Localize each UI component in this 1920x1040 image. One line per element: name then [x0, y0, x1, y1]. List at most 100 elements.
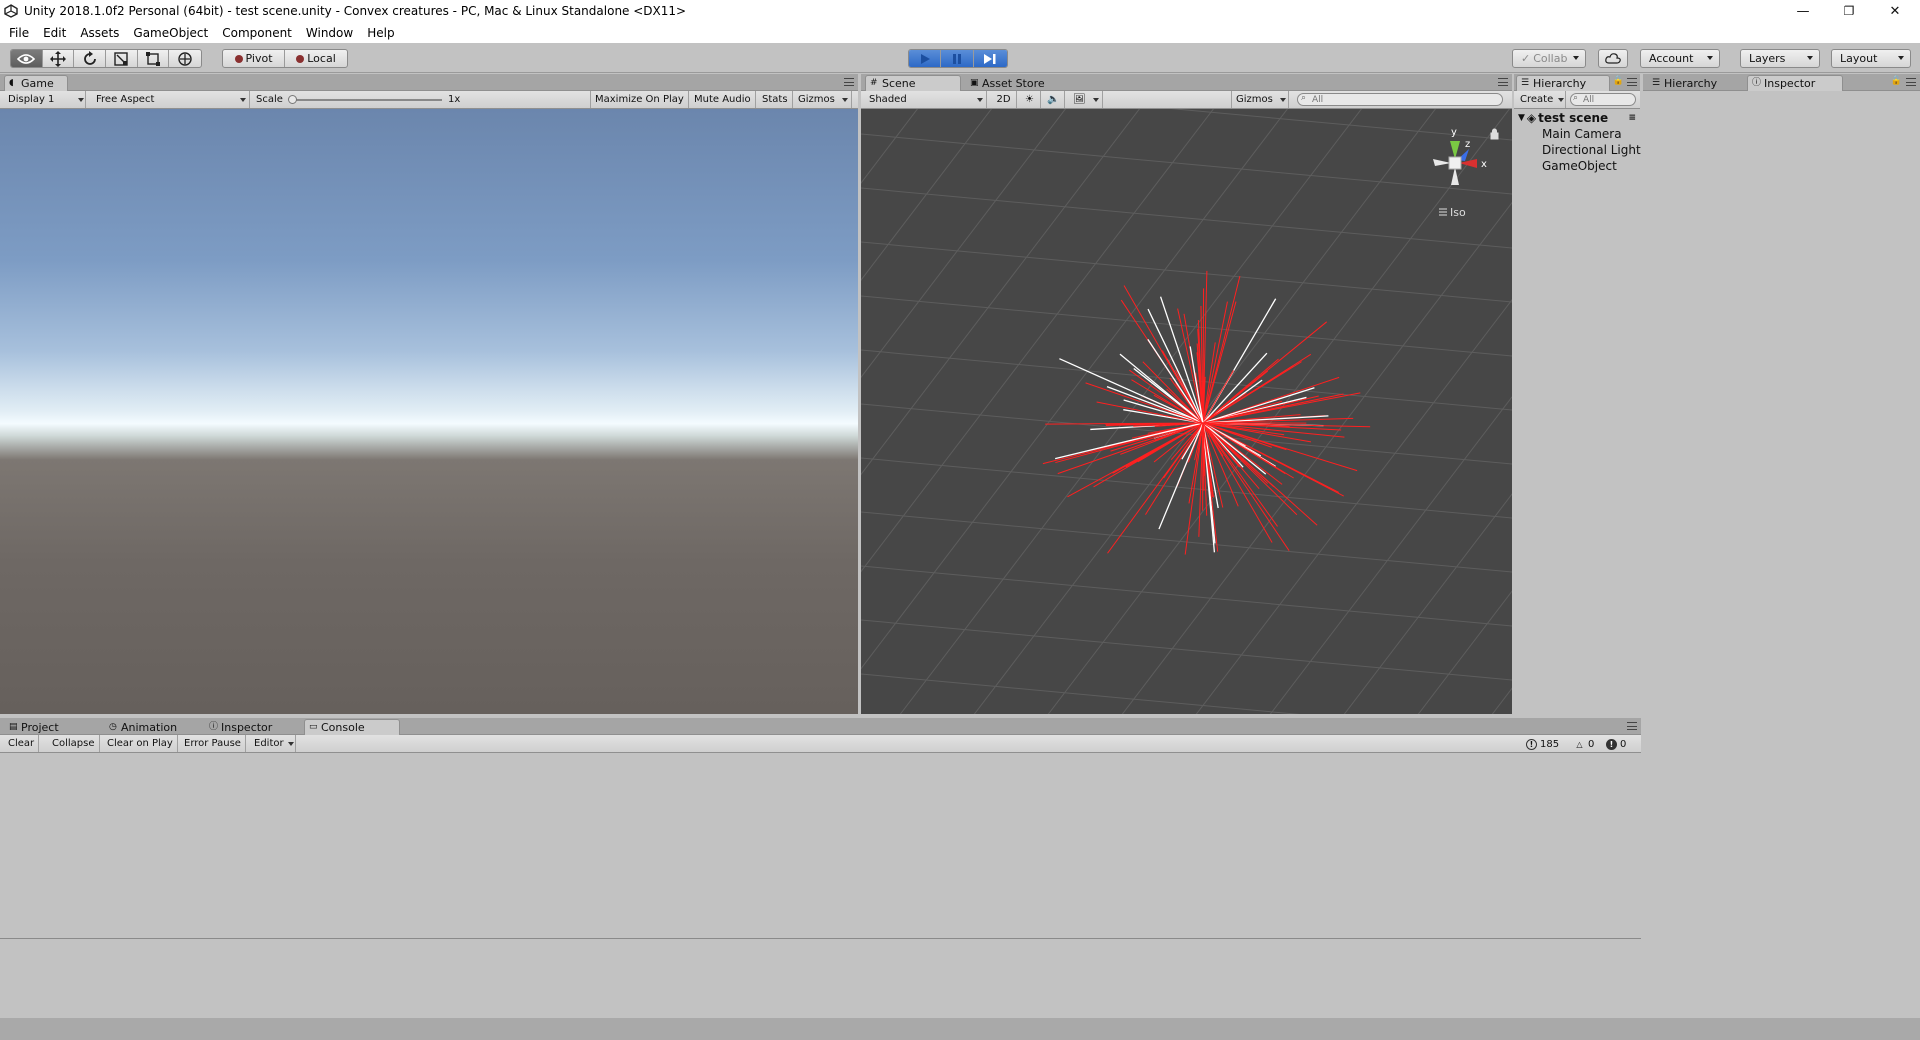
mute-audio-toggle[interactable]: Mute Audio	[690, 91, 756, 108]
eye-icon	[17, 53, 36, 64]
chevron-down-icon	[842, 98, 848, 102]
panel-menu-icon[interactable]	[1627, 722, 1637, 730]
unity-scene-icon: ◈	[1526, 111, 1537, 125]
close-button[interactable]: ✕	[1872, 0, 1918, 22]
tab-console[interactable]: ▭ Console	[304, 719, 400, 735]
clear-button[interactable]: Clear	[4, 735, 40, 752]
cloud-icon	[1605, 53, 1621, 64]
tab-asset-store[interactable]: ▣ Asset Store	[965, 75, 1061, 91]
lock-icon[interactable]: 🔒	[1613, 76, 1624, 86]
lock-icon[interactable]: 🔒	[1891, 76, 1902, 86]
local-icon	[296, 54, 305, 63]
pivot-button[interactable]: Pivot	[223, 50, 286, 67]
shading-dropdown[interactable]: Shaded	[865, 91, 987, 108]
tab-project[interactable]: ▤ Project	[4, 719, 100, 735]
cloud-button[interactable]	[1598, 49, 1628, 68]
tab-right-hierarchy[interactable]: ☰ Hierarchy	[1647, 75, 1743, 91]
display-dropdown[interactable]: Display 1	[4, 91, 86, 108]
projection-toggle[interactable]: Iso	[1439, 206, 1466, 219]
panel-menu-icon[interactable]	[1498, 78, 1508, 86]
gizmo-y-axis[interactable]	[1450, 141, 1460, 159]
tab-animation-label: Animation	[121, 721, 178, 734]
editor-dropdown[interactable]: Editor	[250, 735, 296, 752]
effects-dropdown[interactable]: 🖼	[1069, 91, 1103, 108]
gizmo-neg-x[interactable]	[1433, 159, 1451, 166]
local-button[interactable]: Local	[285, 50, 347, 67]
warning-count-toggle[interactable]: △ 0	[1574, 737, 1594, 751]
maximize-on-play-toggle[interactable]: Maximize On Play	[590, 91, 689, 108]
hierarchy-item-directional-light[interactable]: Directional Light	[1514, 142, 1641, 158]
tab-console-label: Console	[321, 721, 365, 734]
speaker-icon: 🔈	[1047, 94, 1060, 105]
play-button[interactable]	[909, 50, 942, 67]
error-pause-button[interactable]: Error Pause	[180, 735, 246, 752]
menu-help[interactable]: Help	[360, 26, 401, 40]
account-dropdown[interactable]: Account	[1640, 49, 1720, 68]
console-icon: ▭	[309, 722, 318, 732]
collab-label: Collab	[1533, 52, 1568, 65]
mode-2d-toggle[interactable]: 2D	[991, 91, 1017, 108]
gizmo-center-cube[interactable]	[1448, 156, 1462, 170]
view-tool-button[interactable]	[11, 50, 43, 67]
layers-dropdown[interactable]: Layers	[1740, 49, 1820, 68]
tab-bottom-inspector[interactable]: ⓘ Inspector	[204, 719, 300, 735]
tab-hierarchy[interactable]: ☰ Hierarchy	[1516, 75, 1610, 91]
step-button[interactable]	[973, 50, 1007, 67]
layout-dropdown[interactable]: Layout	[1831, 49, 1911, 68]
scene-canvas[interactable]: y z x Iso	[861, 109, 1512, 714]
chevron-down-icon	[78, 98, 84, 102]
maximize-button[interactable]: ❐	[1826, 0, 1872, 22]
lighting-toggle[interactable]: ☀	[1019, 91, 1041, 108]
clear-on-play-button[interactable]: Clear on Play	[103, 735, 178, 752]
lock-icon[interactable]	[1490, 128, 1499, 140]
tab-animation[interactable]: ◷ Animation	[104, 719, 200, 735]
menu-component[interactable]: Component	[215, 26, 299, 40]
rotate-tool-button[interactable]	[74, 50, 107, 67]
menu-window[interactable]: Window	[299, 26, 360, 40]
panel-menu-icon[interactable]	[1906, 78, 1916, 86]
game-gizmos-dropdown[interactable]: Gizmos	[794, 91, 852, 108]
error-count-toggle[interactable]: ! 0	[1606, 737, 1626, 751]
transform-tools	[10, 49, 202, 68]
transform-all-icon	[178, 51, 192, 66]
menu-gameobject[interactable]: GameObject	[126, 26, 215, 40]
minimize-button[interactable]: —	[1780, 0, 1826, 22]
panel-menu-icon[interactable]	[844, 78, 854, 86]
collapse-button[interactable]: Collapse	[48, 735, 100, 752]
scale-slider-thumb[interactable]	[288, 95, 297, 104]
scene-gizmos-dropdown[interactable]: Gizmos	[1231, 91, 1289, 108]
scale-tool-button[interactable]	[106, 50, 138, 67]
scene-root-label: test scene	[1538, 111, 1609, 125]
tab-inspector[interactable]: ⓘ Inspector	[1747, 75, 1843, 91]
scene-viewport[interactable]: y z x Iso	[861, 109, 1512, 714]
chevron-down-icon	[240, 98, 246, 102]
game-viewport[interactable]	[0, 109, 858, 714]
menu-assets[interactable]: Assets	[73, 26, 126, 40]
hierarchy-search-input[interactable]	[1570, 93, 1636, 106]
move-tool-button[interactable]	[43, 50, 75, 67]
scene-menu-icon[interactable]: ≡	[1628, 113, 1636, 123]
audio-toggle[interactable]: 🔈	[1043, 91, 1065, 108]
scale-slider[interactable]	[288, 95, 442, 104]
grid-line	[861, 619, 1512, 681]
rect-tool-button[interactable]	[138, 50, 170, 67]
collab-dropdown[interactable]: ✓ Collab	[1512, 49, 1586, 68]
aspect-dropdown[interactable]: Free Aspect	[92, 91, 250, 108]
panel-menu-icon[interactable]	[1627, 78, 1637, 86]
console-log-list[interactable]	[0, 753, 1641, 939]
create-dropdown[interactable]: Create	[1516, 91, 1566, 108]
pause-button[interactable]	[941, 50, 974, 67]
tab-game[interactable]: ◖ Game	[4, 75, 68, 91]
scene-root-row[interactable]: ▼ ◈ test scene ≡	[1514, 110, 1640, 126]
hierarchy-item-gameobject[interactable]: GameObject	[1514, 158, 1640, 174]
scene-search-input[interactable]	[1297, 93, 1503, 106]
menu-edit[interactable]: Edit	[36, 26, 73, 40]
menu-file[interactable]: File	[2, 26, 36, 40]
stats-toggle[interactable]: Stats	[758, 91, 793, 108]
info-count-toggle[interactable]: ! 185	[1526, 737, 1559, 751]
hierarchy-item-main-camera[interactable]: Main Camera	[1514, 126, 1640, 142]
transform-tool-button[interactable]	[169, 50, 201, 67]
unity-logo-icon	[4, 4, 18, 18]
console-detail-area[interactable]	[0, 940, 1641, 1018]
tab-scene[interactable]: # Scene	[865, 75, 961, 91]
